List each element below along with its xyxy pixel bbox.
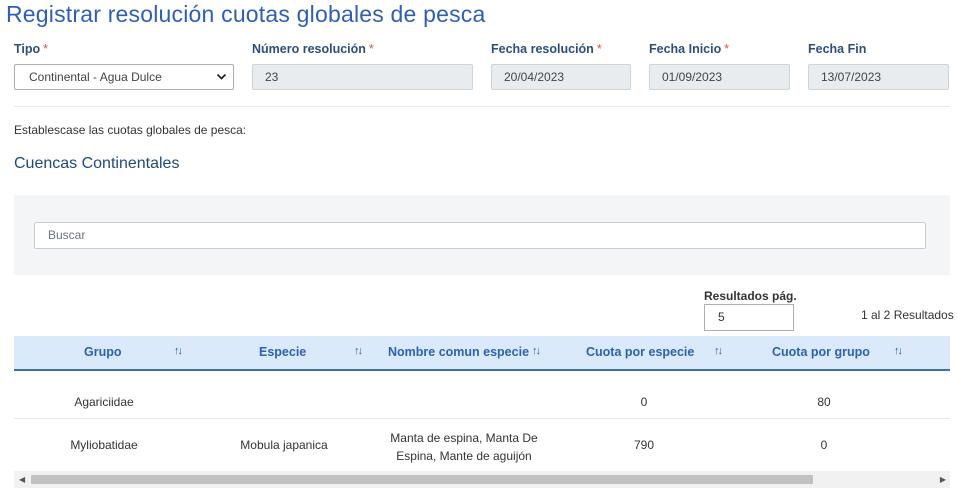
sort-icon[interactable]: ↑↓: [894, 336, 903, 369]
required-mark: *: [43, 42, 49, 56]
tipo-select[interactable]: Continental - Agua Dulce: [14, 64, 234, 90]
cell-cuota-grupo: 80: [817, 395, 831, 409]
fecha-inicio-label: Fecha Inicio *: [649, 42, 730, 56]
section-title: Cuencas Continentales: [14, 155, 180, 172]
arrow-right-icon[interactable]: ▶: [940, 471, 946, 488]
fecha-inicio-field[interactable]: 01/09/2023: [649, 64, 790, 90]
cell-grupo: Myliobatidae: [70, 438, 138, 452]
cell-grupo: Agariciidae: [74, 395, 134, 409]
fecha-fin-label: Fecha Fin: [808, 42, 867, 56]
section-divider: [14, 106, 950, 107]
required-mark: *: [724, 42, 730, 56]
fecha-fin-field[interactable]: 13/07/2023: [808, 64, 949, 90]
row-divider: [14, 418, 950, 419]
results-summary: 1 al 2 Resultados: [861, 308, 954, 322]
cell-nombre-comun-line: Manta de espina, Manta De: [390, 431, 538, 445]
cell-cuota-especie: 790: [633, 438, 655, 452]
numero-resolucion-field[interactable]: 23: [252, 64, 473, 90]
page-size-label: Resultados pág.: [704, 289, 797, 303]
tipo-label: Tipo *: [14, 42, 49, 56]
column-header-especie[interactable]: Especie: [259, 336, 306, 369]
sort-icon[interactable]: ↑↓: [714, 336, 723, 369]
required-mark: *: [596, 42, 602, 56]
cell-cuota-especie: 0: [640, 395, 648, 409]
cell-cuota-grupo: 0: [820, 438, 828, 452]
horizontal-scrollbar[interactable]: ◀ ▶: [14, 471, 950, 488]
search-input[interactable]: Buscar: [34, 222, 926, 249]
page-size-input[interactable]: 5: [704, 304, 794, 331]
sort-icon[interactable]: ↑↓: [174, 336, 183, 369]
column-header-cuota-grupo[interactable]: Cuota por grupo: [772, 336, 870, 369]
scrollbar-thumb[interactable]: [31, 475, 813, 484]
column-header-cuota-especie[interactable]: Cuota por especie: [586, 336, 694, 369]
chevron-down-icon: [216, 65, 227, 97]
arrow-left-icon[interactable]: ◀: [19, 471, 25, 488]
tipo-select-value: Continental - Agua Dulce: [29, 70, 162, 84]
numero-resolucion-label: Número resolución *: [252, 42, 374, 56]
table-header: Grupo ↑↓ Especie ↑↓ Nombre comun especie…: [14, 336, 950, 371]
sort-icon[interactable]: ↑↓: [532, 336, 541, 369]
fecha-resolucion-field[interactable]: 20/04/2023: [491, 64, 631, 90]
column-header-nombre-comun[interactable]: Nombre comun especie: [388, 336, 529, 369]
cell-especie: Mobula japanica: [240, 438, 328, 452]
sort-icon[interactable]: ↑↓: [354, 336, 363, 369]
fecha-resolucion-label: Fecha resolución *: [491, 42, 602, 56]
cell-nombre-comun: Manta de espina, Manta De Espina, Mante …: [374, 429, 554, 465]
intro-text: Establescase las cuotas globales de pesc…: [14, 123, 247, 137]
cell-nombre-comun-line: Espina, Mante de aguijón: [396, 449, 532, 463]
required-mark: *: [368, 42, 374, 56]
column-header-grupo[interactable]: Grupo: [84, 336, 122, 369]
search-panel: Buscar: [14, 195, 950, 275]
page-title: Registrar resolución cuotas globales de …: [6, 1, 486, 27]
